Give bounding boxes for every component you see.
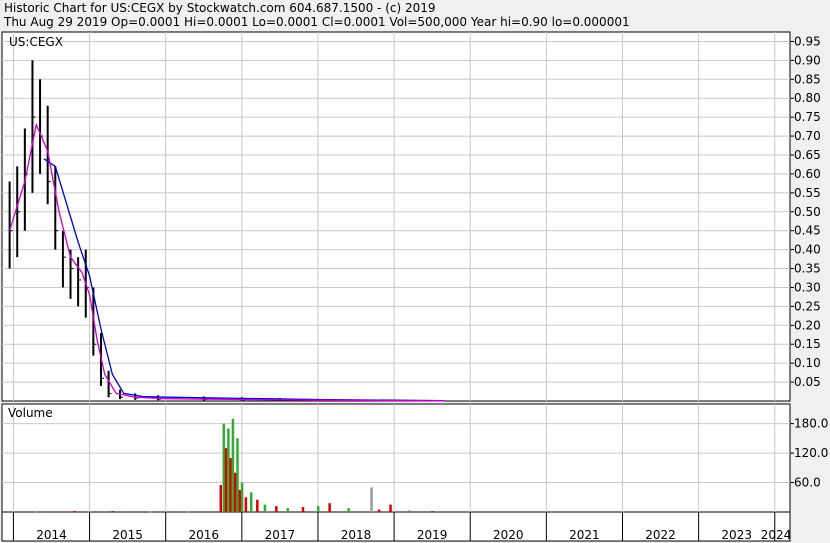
chart-window: Historic Chart for US:CEGX by Stockwatch… <box>0 0 830 543</box>
y-tick-label: 0.30 <box>794 280 821 294</box>
y-tick-label: 0.70 <box>794 129 821 143</box>
volume-bar <box>328 503 331 512</box>
x-tick-label: 2023 <box>721 528 752 542</box>
y-tick-label: 0.40 <box>794 243 821 257</box>
volume-bar <box>240 482 244 512</box>
volume-bar <box>377 509 381 512</box>
volume-bar <box>249 492 253 512</box>
volume-bar <box>229 458 232 512</box>
y-tick-label: 0.50 <box>794 205 821 219</box>
volume-bar <box>286 508 290 512</box>
y-tick-label: 0.25 <box>794 299 821 313</box>
y-tick-label: 0.10 <box>794 356 821 370</box>
volume-bar <box>219 485 223 512</box>
x-tick-label: 2021 <box>569 528 600 542</box>
y-tick-label: 0.60 <box>794 167 821 181</box>
y-tick-label: 0.85 <box>794 72 821 86</box>
x-tick-label: 2015 <box>112 528 143 542</box>
y-tick-label: 0.75 <box>794 110 821 124</box>
volume-bar <box>227 428 230 512</box>
volume-bar <box>244 497 248 512</box>
volume-bar <box>73 511 76 513</box>
symbol-label: US:CEGX <box>9 35 63 49</box>
volume-bar <box>389 504 392 512</box>
x-tick-label: 2014 <box>36 528 67 542</box>
y-tick-label: 0.15 <box>794 337 821 351</box>
volume-bar <box>301 507 305 512</box>
volume-bar <box>347 508 350 512</box>
volume-bar <box>431 511 434 513</box>
volume-bar <box>231 418 235 512</box>
y-tick-label: 0.55 <box>794 186 821 200</box>
volume-bar <box>238 489 242 512</box>
y-tick-label: 0.65 <box>794 148 821 162</box>
volume-bar <box>233 472 237 512</box>
volume-bar <box>370 487 373 512</box>
volume-bar <box>224 448 228 512</box>
x-tick-label: 2016 <box>188 528 219 542</box>
y-tick-label: 0.45 <box>794 224 821 238</box>
volume-bar <box>149 511 152 513</box>
volume-tick-label: 180.0 <box>794 417 828 431</box>
x-tick-label: 2018 <box>341 528 372 542</box>
x-tick-label: 2019 <box>417 528 448 542</box>
volume-bar <box>236 438 239 512</box>
volume-bar <box>222 423 226 512</box>
volume-bar <box>275 506 278 512</box>
x-tick-label: 2022 <box>645 528 676 542</box>
volume-tick-label: 120.0 <box>794 446 828 460</box>
x-tick-label: 2017 <box>265 528 296 542</box>
volume-bar <box>111 511 114 513</box>
volume-bar <box>256 499 259 512</box>
volume-bar <box>263 504 267 512</box>
y-tick-label: 0.20 <box>794 318 821 332</box>
historic-chart: 2014 2015 2016 2017 2018 2019 2020 2021 2022 2023… <box>1 31 828 542</box>
y-tick-label: 0.80 <box>794 91 821 105</box>
y-tick-label: 0.05 <box>794 375 821 389</box>
volume-bar <box>35 511 38 513</box>
volume-bar <box>187 511 191 513</box>
y-tick-label: 0.90 <box>794 53 821 67</box>
price-panel <box>1 31 791 402</box>
y-tick-label: 0.35 <box>794 262 821 276</box>
x-tick-label: 2020 <box>493 528 524 542</box>
volume-label: Volume <box>8 406 53 420</box>
x-tick-label: 2024 <box>761 528 792 542</box>
volume-panel <box>1 403 791 513</box>
volume-bar <box>408 510 411 512</box>
volume-bar <box>316 506 320 512</box>
volume-tick-label: 60.0 <box>794 476 821 490</box>
y-tick-label: 0.95 <box>794 34 821 48</box>
